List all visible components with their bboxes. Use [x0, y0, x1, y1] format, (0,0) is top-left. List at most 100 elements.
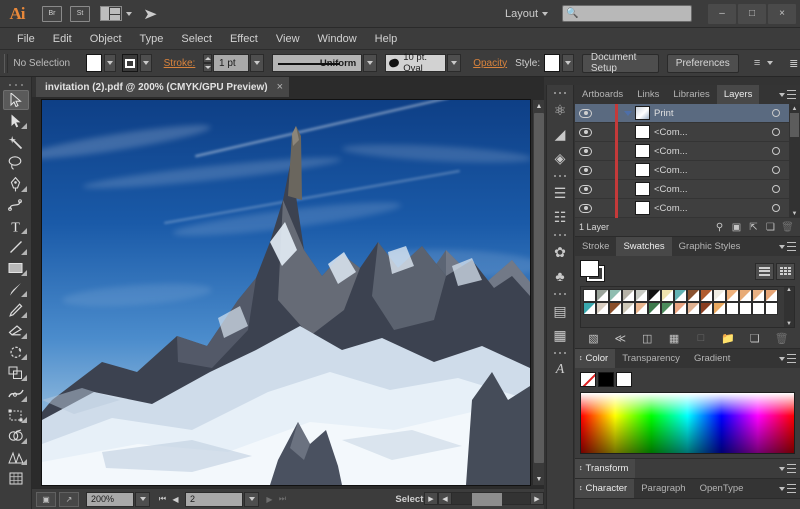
rectangle-tool[interactable]: [3, 258, 29, 278]
stroke-color-dropdown[interactable]: [140, 54, 152, 72]
first-artboard-button[interactable]: ⏮: [156, 492, 169, 507]
fill-color-dropdown[interactable]: [104, 54, 116, 72]
white-swatch[interactable]: [616, 371, 632, 387]
zoom-dropdown[interactable]: [135, 491, 150, 507]
layer-visibility-toggle[interactable]: [575, 165, 596, 175]
preferences-button[interactable]: Preferences: [666, 53, 739, 73]
scroll-up-icon[interactable]: ▲: [533, 100, 545, 112]
tab-libraries[interactable]: Libraries: [666, 85, 717, 104]
swatch-27[interactable]: [739, 302, 752, 315]
layer-target-indicator[interactable]: [763, 147, 789, 155]
tab-artboards[interactable]: Artboards: [575, 85, 631, 104]
transform-panel-icon[interactable]: ☷: [548, 205, 572, 229]
free-transform-tool[interactable]: [3, 405, 29, 425]
layers-panel-menu[interactable]: [779, 85, 800, 104]
symbols-icon[interactable]: ✿: [548, 240, 572, 264]
tab-transform[interactable]: ↕ Transform: [575, 459, 636, 478]
artboard-number-input[interactable]: 2: [185, 491, 243, 507]
layer-target-indicator[interactable]: [763, 204, 789, 212]
dock-grip[interactable]: [553, 350, 567, 356]
stock-icon[interactable]: St: [70, 5, 90, 22]
minimize-button[interactable]: –: [708, 3, 736, 24]
graphic-styles-icon[interactable]: ▦: [548, 323, 572, 347]
zoom-input[interactable]: 200%: [86, 491, 134, 507]
stroke-profile-select[interactable]: Uniform: [272, 54, 363, 72]
table-row[interactable]: <Com...: [575, 122, 789, 142]
library-link-icon[interactable]: ◫: [634, 332, 661, 345]
layer-visibility-toggle[interactable]: [575, 127, 596, 137]
tab-layers[interactable]: Layers: [716, 85, 760, 104]
scroll-down-icon[interactable]: ▼: [786, 321, 792, 327]
table-row[interactable]: <Com...: [575, 160, 789, 180]
swatch-9[interactable]: [700, 289, 713, 302]
table-row[interactable]: <Com...: [575, 141, 789, 161]
hscroll-thumb[interactable]: [472, 493, 502, 506]
swatch-24[interactable]: [700, 302, 713, 315]
layer-visibility-toggle[interactable]: [575, 146, 596, 156]
swatches-panel-menu[interactable]: [779, 237, 800, 256]
locate-object-icon[interactable]: ⚲: [711, 222, 728, 233]
create-new-layer-icon[interactable]: ❏: [762, 222, 779, 233]
tab-paragraph[interactable]: Paragraph: [634, 479, 693, 498]
swatch-17[interactable]: [609, 302, 622, 315]
search-input[interactable]: 🔍: [562, 5, 692, 22]
table-row[interactable]: <Com...: [575, 198, 789, 218]
swatch-29[interactable]: [765, 302, 778, 315]
swatch-23[interactable]: [687, 302, 700, 315]
scroll-thumb[interactable]: [534, 113, 544, 463]
swatches-grid[interactable]: [581, 287, 784, 327]
swatch-19[interactable]: [635, 302, 648, 315]
dock-grip[interactable]: [553, 232, 567, 238]
stroke-color-swatch[interactable]: [121, 54, 139, 72]
layers-scrollbar[interactable]: ▲ ▼: [789, 104, 800, 218]
swatch-28[interactable]: [752, 302, 765, 315]
magic-wand-tool[interactable]: [3, 132, 29, 152]
tab-transparency[interactable]: Transparency: [615, 349, 687, 368]
layer-expand-toggle[interactable]: [621, 110, 635, 116]
swatch-16[interactable]: [596, 302, 609, 315]
layer-visibility-toggle[interactable]: [575, 203, 596, 213]
list-view-icon[interactable]: [755, 262, 774, 280]
scale-tool[interactable]: [3, 363, 29, 383]
bridge-icon[interactable]: Br: [42, 5, 62, 22]
scroll-up-icon[interactable]: ▲: [792, 104, 798, 113]
swatch-libraries-icon[interactable]: ▧: [580, 332, 607, 345]
line-segment-tool[interactable]: [3, 237, 29, 257]
width-tool[interactable]: [3, 384, 29, 404]
swatch-3[interactable]: [622, 289, 635, 302]
menu-select[interactable]: Select: [172, 28, 221, 50]
show-kind-icon[interactable]: ▦: [661, 332, 688, 345]
black-swatch[interactable]: [598, 371, 614, 387]
swatches-scrollbar[interactable]: ▲ ▼: [784, 287, 794, 327]
table-row[interactable]: Print: [575, 103, 789, 123]
layer-visibility-toggle[interactable]: [575, 108, 596, 118]
close-icon[interactable]: ×: [277, 81, 283, 93]
table-row[interactable]: <Com...: [575, 179, 789, 199]
fill-stroke-indicator[interactable]: [580, 260, 606, 282]
swatch-21[interactable]: [661, 302, 674, 315]
scroll-down-icon[interactable]: ▼: [792, 209, 798, 218]
rotate-tool[interactable]: [3, 342, 29, 362]
type-tool[interactable]: T: [3, 216, 29, 236]
swatch-13[interactable]: [752, 289, 765, 302]
document-setup-button[interactable]: Document Setup: [581, 52, 659, 74]
eraser-tool[interactable]: [3, 321, 29, 341]
swatch-18[interactable]: [622, 302, 635, 315]
tab-stroke[interactable]: Stroke: [575, 237, 617, 256]
swatch-14[interactable]: [765, 289, 778, 302]
swatch-15[interactable]: [583, 302, 596, 315]
menu-object[interactable]: Object: [81, 28, 131, 50]
transform-panel-menu[interactable]: [779, 459, 800, 478]
artboard-navigation-icon[interactable]: ▣: [36, 491, 56, 507]
tab-swatches[interactable]: Swatches: [616, 237, 672, 256]
appearance-icon[interactable]: ▤: [548, 299, 572, 323]
scroll-right-icon[interactable]: ▶: [530, 492, 544, 505]
opacity-label[interactable]: Opacity: [473, 58, 507, 69]
swatch-26[interactable]: [726, 302, 739, 315]
delete-selection-icon[interactable]: 🗑: [779, 222, 796, 233]
tab-links[interactable]: Links: [630, 85, 667, 104]
stroke-weight-label[interactable]: Stroke:: [164, 58, 196, 69]
align-objects-icon[interactable]: ≡: [751, 55, 764, 71]
layer-name[interactable]: Print: [654, 108, 763, 119]
stroke-weight-input[interactable]: 1 pt: [213, 54, 250, 72]
